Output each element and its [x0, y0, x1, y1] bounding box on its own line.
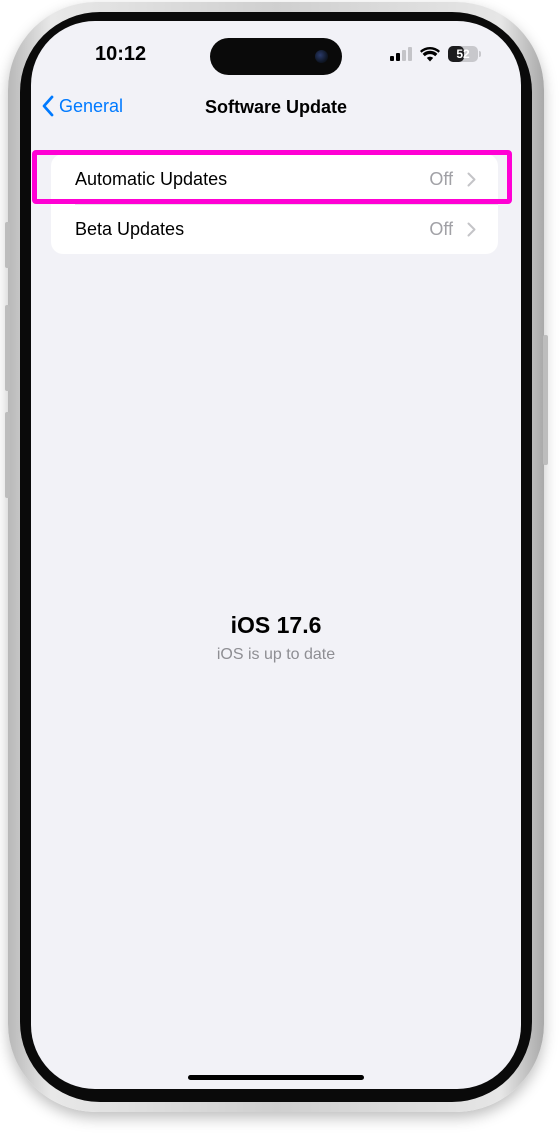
- camera-icon: [315, 50, 328, 63]
- wifi-icon: [420, 46, 440, 61]
- volume-down-button: [5, 412, 10, 498]
- battery-icon: 52: [448, 46, 478, 62]
- action-button: [5, 222, 10, 268]
- battery-cap: [479, 51, 481, 57]
- volume-up-button: [5, 305, 10, 391]
- battery-percent: 52: [456, 47, 470, 61]
- beta-updates-row[interactable]: Beta Updates Off: [51, 204, 498, 254]
- screen: 10:12 52 General Software Update Automat…: [31, 21, 521, 1089]
- page-title: Software Update: [204, 97, 348, 117]
- automatic-updates-row[interactable]: Automatic Updates Off: [51, 154, 498, 204]
- update-status-message: iOS is up to date: [216, 646, 336, 663]
- cellular-signal-icon: [390, 47, 412, 61]
- power-button: [543, 335, 548, 465]
- status-icons: 52: [390, 46, 481, 62]
- row-value: Off: [429, 168, 453, 189]
- chevron-right-icon: [467, 222, 476, 236]
- settings-group: Automatic Updates Off Beta Updates Off: [51, 154, 498, 254]
- chevron-right-icon: [467, 172, 476, 186]
- row-value: Off: [429, 218, 453, 239]
- row-label: Beta Updates: [75, 218, 185, 239]
- dynamic-island: [210, 38, 342, 75]
- ios-version: iOS 17.6: [230, 612, 322, 638]
- status-time: 10:12: [95, 43, 147, 65]
- home-indicator[interactable]: [188, 1075, 364, 1080]
- row-label: Automatic Updates: [75, 168, 228, 189]
- stage: 10:12 52 General Software Update Automat…: [0, 0, 560, 1133]
